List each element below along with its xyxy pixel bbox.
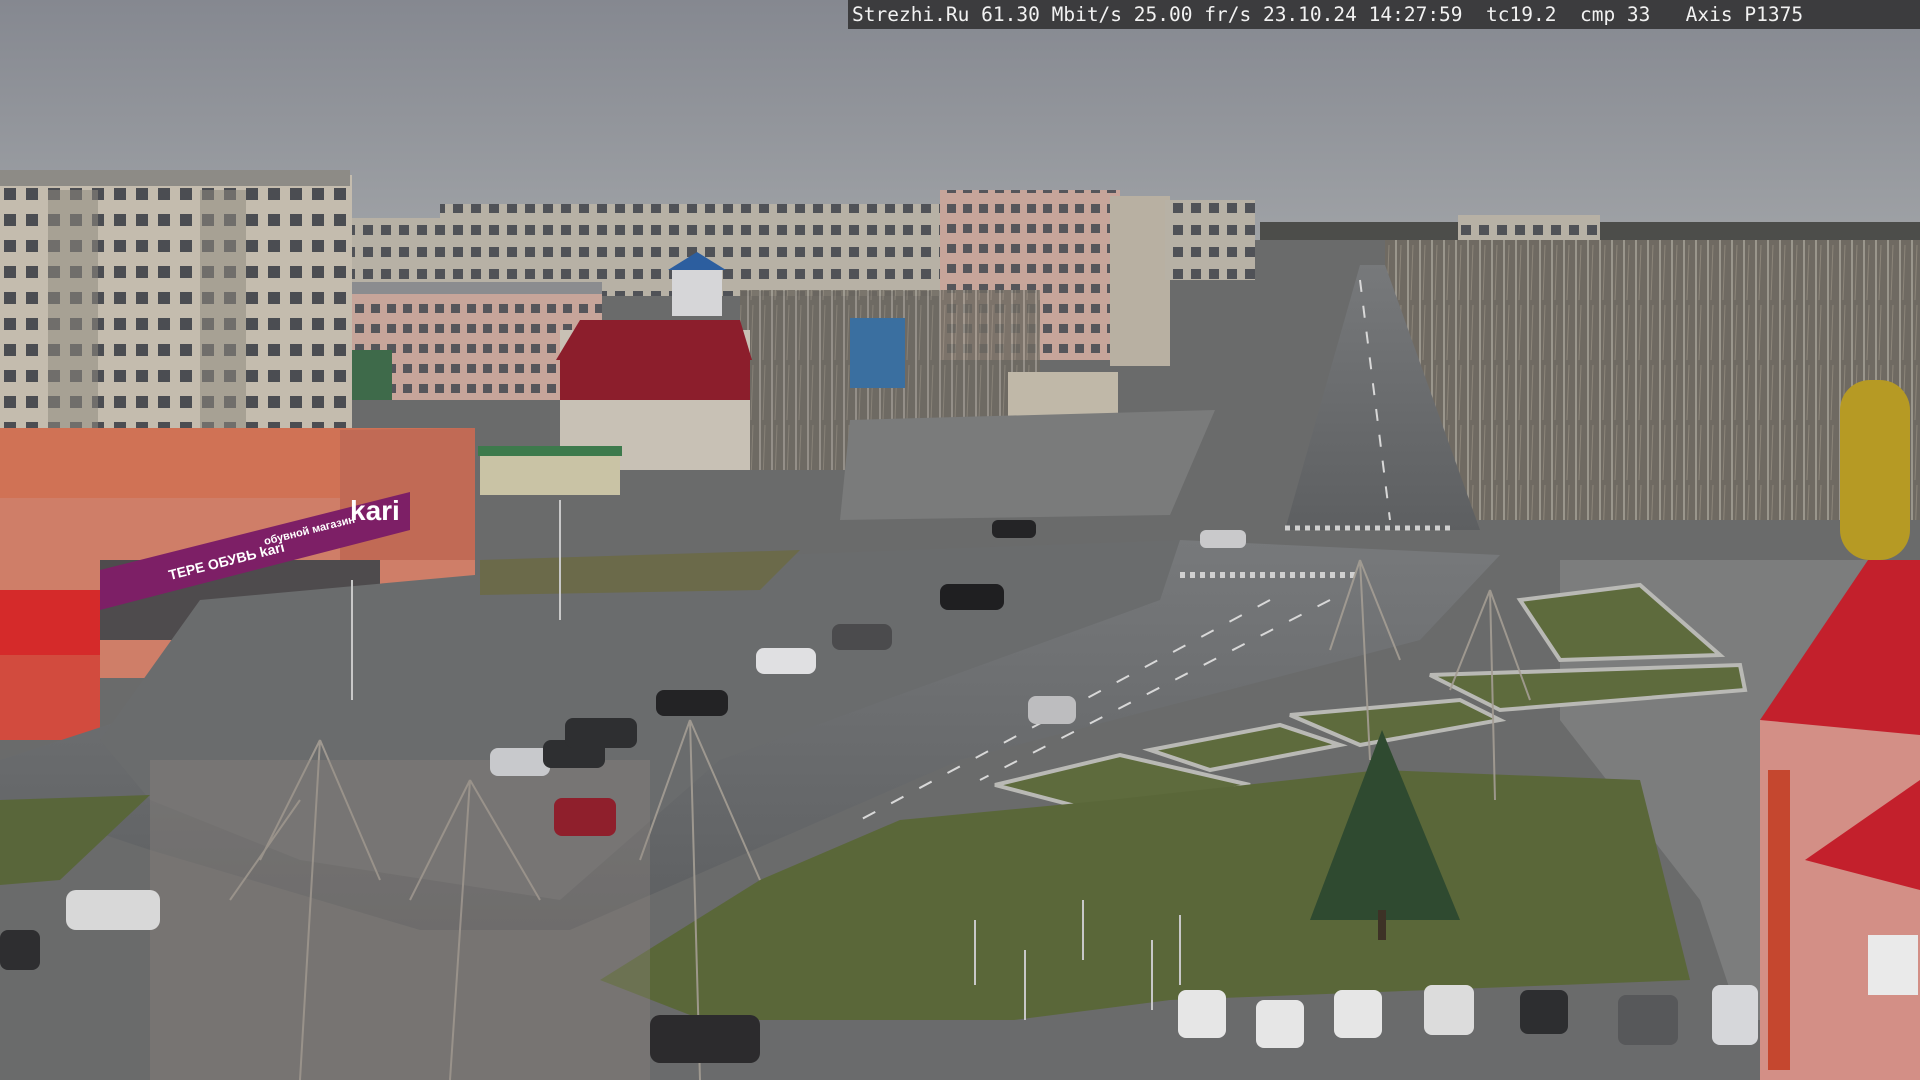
overlay-site: Strezhi.Ru <box>852 3 970 26</box>
car <box>756 648 816 674</box>
kari-logo: kari <box>350 495 400 526</box>
camera-overlay: Strezhi.Ru 61.30 Mbit/s 25.00 fr/s 23.10… <box>848 0 1920 29</box>
small-shop <box>480 450 620 495</box>
plaza <box>840 410 1215 520</box>
car <box>554 798 616 836</box>
car <box>490 748 550 776</box>
car <box>1334 990 1382 1038</box>
car <box>1712 985 1758 1045</box>
overlay-framerate: 25.00 fr/s <box>1133 3 1252 26</box>
red-tower-sign <box>1768 770 1790 1070</box>
distant-building <box>1110 196 1170 366</box>
car <box>1178 990 1226 1038</box>
red-tower-window <box>1868 935 1918 995</box>
birch-forest <box>1385 240 1920 520</box>
car <box>1256 1000 1304 1048</box>
red-roof <box>556 320 752 360</box>
overlay-tc: tc19.2 <box>1486 3 1557 26</box>
car <box>1520 990 1568 1034</box>
small-shop-roof <box>478 446 622 456</box>
apartment-roof <box>352 282 602 294</box>
car <box>940 584 1004 610</box>
red-canopy <box>0 590 100 655</box>
spruce-trunk <box>1378 910 1386 940</box>
green-building <box>352 350 392 400</box>
car <box>1028 696 1076 724</box>
autumn-tree <box>1840 380 1910 560</box>
car <box>650 1015 760 1063</box>
distant-building <box>1165 200 1255 280</box>
city-scene: kari ТЕРЕ ОБУВЬ kari обувной магазин <box>0 0 1920 1080</box>
main-apartment-roof <box>0 170 350 186</box>
car <box>565 718 637 748</box>
car <box>1200 530 1246 548</box>
car <box>0 930 40 970</box>
overlay-camera: Axis P1375 <box>1685 3 1804 26</box>
blue-kiosk-building <box>850 318 905 388</box>
car <box>66 890 160 930</box>
car <box>1618 995 1678 1045</box>
car <box>1424 985 1474 1035</box>
overlay-bitrate: 61.30 Mbit/s <box>981 3 1123 26</box>
car <box>656 690 728 716</box>
car <box>832 624 892 650</box>
car <box>992 520 1036 538</box>
red-roof-facade <box>560 360 750 400</box>
overlay-cmp: cmp 33 <box>1579 3 1651 26</box>
blue-roof-tower <box>672 268 722 316</box>
overlay-timestamp: 23.10.24 14:27:59 <box>1262 3 1463 26</box>
